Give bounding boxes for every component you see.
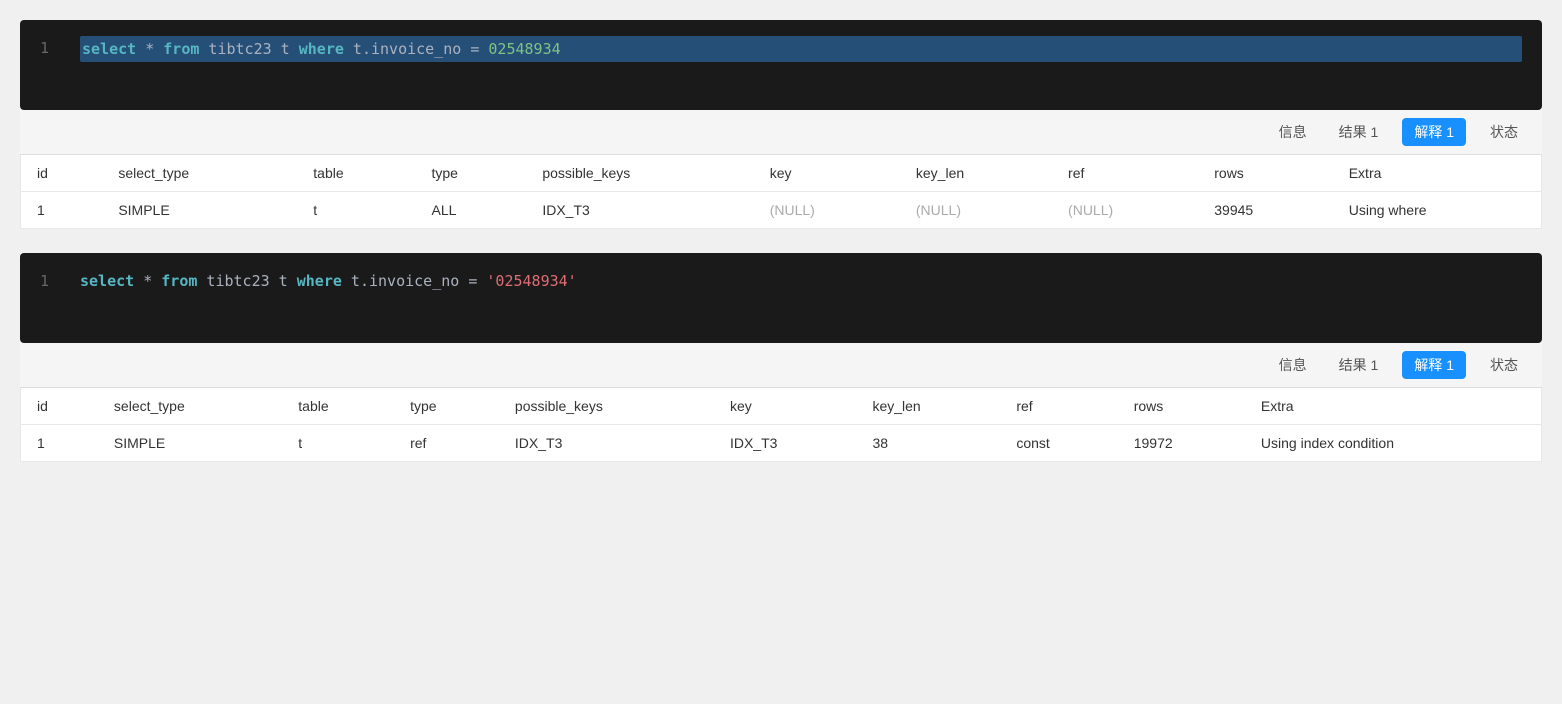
kw-select-1: select: [82, 40, 136, 58]
td-key-2-1: IDX_T3: [714, 425, 856, 462]
results-table-container-2: id select_type table type possible_keys …: [20, 388, 1542, 462]
kw-where-1: where: [299, 40, 344, 58]
th-key-len-1: key_len: [900, 155, 1052, 192]
kw-from-1: from: [163, 40, 199, 58]
th-possible-keys-2: possible_keys: [499, 388, 714, 425]
kw-from-2: from: [161, 272, 197, 290]
td-key-len-1-1: (NULL): [900, 192, 1052, 229]
col-name-1: t.invoice_no: [344, 40, 470, 58]
tbl-name-2: tibtc23 t: [197, 272, 296, 290]
th-id-1: id: [21, 155, 102, 192]
th-table-2: table: [282, 388, 394, 425]
td-select-type-2-1: SIMPLE: [98, 425, 282, 462]
sql-code-1: select * from tibtc23 t where t.invoice_…: [80, 36, 1522, 62]
th-type-1: type: [415, 155, 526, 192]
td-extra-2-1: Using index condition: [1245, 425, 1541, 462]
tab-status-1[interactable]: 状态: [1482, 118, 1526, 146]
td-id-2-1: 1: [21, 425, 98, 462]
section-1: 1 select * from tibtc23 t where t.invoic…: [20, 20, 1542, 229]
section-2: 1 select * from tibtc23 t where t.invoic…: [20, 253, 1542, 462]
th-select-type-2: select_type: [98, 388, 282, 425]
td-table-1-1: t: [297, 192, 415, 229]
td-ref-2-1: const: [1000, 425, 1117, 462]
col-name-2: t.invoice_no: [342, 272, 468, 290]
table-row-2-1: 1 SIMPLE t ref IDX_T3 IDX_T3 38 const 19…: [21, 425, 1541, 462]
sql-code-2: select * from tibtc23 t where t.invoice_…: [80, 269, 1522, 293]
td-type-2-1: ref: [394, 425, 499, 462]
th-type-2: type: [394, 388, 499, 425]
results-table-2: id select_type table type possible_keys …: [21, 388, 1541, 461]
line-number-1: 1: [40, 36, 56, 60]
tab-info-2[interactable]: 信息: [1271, 351, 1315, 379]
line-number-2: 1: [40, 269, 56, 293]
num-val-1: 02548934: [488, 40, 560, 58]
th-id-2: id: [21, 388, 98, 425]
code-line-2: 1 select * from tibtc23 t where t.invoic…: [40, 269, 1522, 293]
th-rows-2: rows: [1118, 388, 1245, 425]
op-2: =: [468, 272, 486, 290]
td-key-1-1: (NULL): [754, 192, 900, 229]
kw-where-2: where: [297, 272, 342, 290]
th-ref-2: ref: [1000, 388, 1117, 425]
th-extra-1: Extra: [1333, 155, 1541, 192]
td-possible-keys-1-1: IDX_T3: [526, 192, 753, 229]
code-editor-2[interactable]: 1 select * from tibtc23 t where t.invoic…: [20, 253, 1542, 343]
code-line-1: 1 select * from tibtc23 t where t.invoic…: [40, 36, 1522, 62]
td-select-type-1-1: SIMPLE: [102, 192, 297, 229]
td-table-2-1: t: [282, 425, 394, 462]
th-table-1: table: [297, 155, 415, 192]
tab-result-1[interactable]: 结果 1: [1331, 118, 1387, 146]
td-extra-1-1: Using where: [1333, 192, 1541, 229]
results-table-1: id select_type table type possible_keys …: [21, 155, 1541, 228]
th-rows-1: rows: [1198, 155, 1332, 192]
tab-status-2[interactable]: 状态: [1482, 351, 1526, 379]
td-rows-1-1: 39945: [1198, 192, 1332, 229]
tab-explain-2[interactable]: 解释 1: [1402, 351, 1466, 379]
tbl-name-1: tibtc23 t: [199, 40, 298, 58]
kw-select-2: select: [80, 272, 134, 290]
table-header-row-2: id select_type table type possible_keys …: [21, 388, 1541, 425]
td-key-len-2-1: 38: [856, 425, 1000, 462]
th-ref-1: ref: [1052, 155, 1198, 192]
td-type-1-1: ALL: [415, 192, 526, 229]
th-key-2: key: [714, 388, 856, 425]
th-possible-keys-1: possible_keys: [526, 155, 753, 192]
kw-star-2: *: [134, 272, 161, 290]
op-1: =: [470, 40, 488, 58]
results-table-container-1: id select_type table type possible_keys …: [20, 155, 1542, 229]
th-select-type-1: select_type: [102, 155, 297, 192]
tab-bar-1: 信息 结果 1 解释 1 状态: [20, 110, 1542, 155]
tab-bar-2: 信息 结果 1 解释 1 状态: [20, 343, 1542, 388]
table-row-1-1: 1 SIMPLE t ALL IDX_T3 (NULL) (NULL) (NUL…: [21, 192, 1541, 229]
kw-star-1: *: [136, 40, 163, 58]
code-editor-1[interactable]: 1 select * from tibtc23 t where t.invoic…: [20, 20, 1542, 110]
td-rows-2-1: 19972: [1118, 425, 1245, 462]
th-key-1: key: [754, 155, 900, 192]
str-val-2: '02548934': [486, 272, 576, 290]
td-id-1-1: 1: [21, 192, 102, 229]
table-header-row-1: id select_type table type possible_keys …: [21, 155, 1541, 192]
td-possible-keys-2-1: IDX_T3: [499, 425, 714, 462]
td-ref-1-1: (NULL): [1052, 192, 1198, 229]
tab-info-1[interactable]: 信息: [1271, 118, 1315, 146]
th-key-len-2: key_len: [856, 388, 1000, 425]
th-extra-2: Extra: [1245, 388, 1541, 425]
tab-result-2[interactable]: 结果 1: [1331, 351, 1387, 379]
tab-explain-1[interactable]: 解释 1: [1402, 118, 1466, 146]
